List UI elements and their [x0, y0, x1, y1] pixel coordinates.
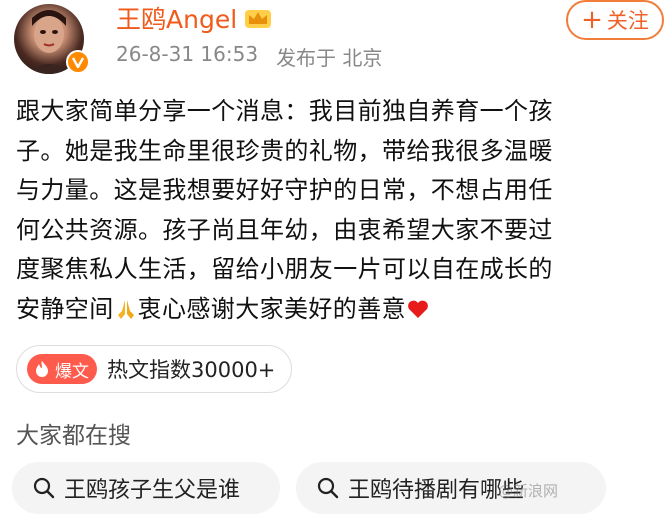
hot-badge-label: 爆文 [55, 361, 89, 382]
post-timestamp: 26-8-31 16:53 [116, 42, 259, 66]
praying-hands-icon [117, 299, 134, 319]
follow-label: 关注 [606, 9, 649, 33]
post-line: 安静空间 衷心感谢大家美好的善意 [16, 290, 661, 330]
post-line: 与力量。这是我想要好好守护的日常，不想占用任 [16, 176, 553, 204]
search-icon [33, 477, 55, 499]
hot-index: 热文指数30000+ [107, 358, 276, 382]
search-heading: 大家都在搜 [16, 423, 131, 449]
post-line: 跟大家简单分享一个消息：我目前独自养育一个孩 [16, 97, 553, 125]
post-line: 子。她是我生命里很珍贵的礼物，带给我很多温暖 [16, 136, 553, 165]
follow-button[interactable]: + 关注 [566, 0, 664, 40]
watermark: @新浪网 [498, 482, 559, 500]
hot-article-pill[interactable]: 爆文 热文指数30000+ [16, 345, 292, 393]
post-meta: 26-8-31 16:53 发布于 北京 [116, 42, 382, 71]
plus-icon: + [581, 5, 603, 35]
red-heart-icon [408, 300, 428, 318]
post-line: 度聚焦私人生活，留给小朋友一片可以自在成长的 [16, 255, 553, 283]
post-line: 何公共资源。孩子尚且年幼，由衷希望大家不要过 [16, 215, 553, 244]
search-icon [317, 477, 339, 499]
search-suggestion[interactable]: 王鸥待播剧有哪些 [296, 462, 606, 514]
username[interactable]: 王鸥Angel [116, 0, 237, 36]
hot-badge: 爆文 [27, 354, 97, 384]
post-location: 发布于 北京 [276, 46, 383, 70]
crown-icon [245, 10, 272, 28]
search-suggestion[interactable]: 王鸥孩子生父是谁 [12, 462, 280, 514]
verified-v-icon [66, 50, 90, 74]
post-line-text: 安静空间 [16, 294, 114, 323]
post-body: 跟大家简单分享一个消息：我目前独自养育一个孩 子。她是我生命里很珍贵的礼物，带给… [16, 92, 661, 329]
username-row[interactable]: 王鸥Angel [116, 0, 273, 36]
flame-icon [36, 361, 48, 377]
post-line-text: 衷心感谢大家美好的善意 [137, 294, 407, 323]
search-suggestion-label: 王鸥孩子生父是谁 [64, 478, 241, 503]
